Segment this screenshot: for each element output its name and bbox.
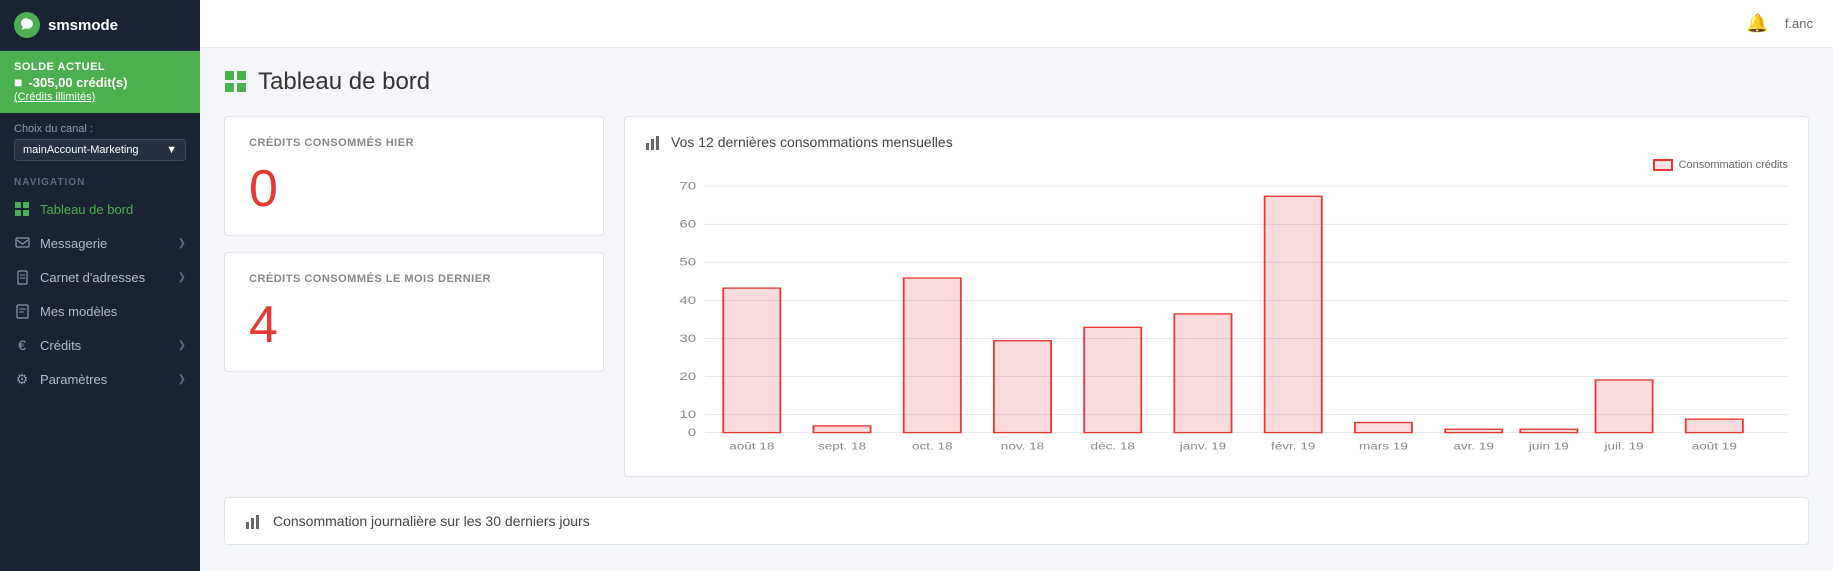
- grid-icon: [14, 201, 30, 217]
- svg-text:janv. 19: janv. 19: [1179, 440, 1227, 452]
- bar-chart-svg: 70 60 50 40 30 20 10 0: [645, 175, 1788, 455]
- monthly-chart-box: Vos 12 dernières consommations mensuelle…: [624, 116, 1809, 477]
- card-mois: CRÉDITS CONSOMMÉS LE MOIS DERNIER 4: [224, 252, 604, 372]
- svg-text:juin 19: juin 19: [1528, 440, 1569, 452]
- bottom-title: Consommation journalière sur les 30 dern…: [273, 513, 590, 529]
- bar-mars19: [1355, 423, 1412, 433]
- svg-text:oct. 18: oct. 18: [912, 440, 953, 452]
- sidebar-item-label-tableau: Tableau de bord: [40, 202, 133, 217]
- chevron-parametres-icon: ❯: [178, 374, 186, 385]
- logo-icon: [14, 12, 40, 38]
- parametres-icon: ⚙: [14, 371, 30, 387]
- sidebar-item-label-credits: Crédits: [40, 338, 81, 353]
- svg-text:70: 70: [679, 179, 696, 192]
- bar-dec18: [1084, 327, 1141, 432]
- credits-icon: €: [14, 337, 30, 353]
- svg-text:20: 20: [679, 370, 696, 383]
- sidebar-item-label-messagerie: Messagerie: [40, 236, 107, 251]
- bar-juin19: [1520, 429, 1577, 432]
- sidebar-item-credits[interactable]: € Crédits ❯: [0, 328, 200, 362]
- messagerie-icon: [14, 235, 30, 251]
- card-hier-title: CRÉDITS CONSOMMÉS HIER: [249, 137, 579, 149]
- bar-aout18: [723, 288, 780, 432]
- sidebar-item-label-carnet: Carnet d'adresses: [40, 270, 145, 285]
- bar-chart-bottom-icon: [245, 512, 263, 530]
- bar-sept18: [813, 426, 870, 433]
- svg-text:avr. 19: avr. 19: [1453, 440, 1494, 452]
- sidebar-item-mes-modeles[interactable]: Mes modèles: [0, 294, 200, 328]
- solde-sub: (Crédits illimités): [14, 91, 186, 103]
- modeles-icon: [14, 303, 30, 319]
- svg-text:10: 10: [679, 408, 696, 421]
- chevron-down-icon: ▼: [166, 144, 177, 156]
- solde-title: SOLDE ACTUEL: [14, 61, 186, 73]
- user-name: f.anc: [1785, 16, 1813, 31]
- bar-chart-area: 70 60 50 40 30 20 10 0: [645, 175, 1788, 460]
- bar-janv19: [1174, 314, 1231, 433]
- page-title: Tableau de bord: [224, 68, 1809, 96]
- bar-juil19: [1595, 380, 1652, 433]
- canal-section: Choix du canal : mainAccount-Marketing ▼: [0, 113, 200, 167]
- svg-text:30: 30: [679, 332, 696, 345]
- carnet-icon: [14, 269, 30, 285]
- bar-aout19: [1686, 419, 1743, 432]
- svg-text:0: 0: [688, 426, 696, 439]
- svg-text:juil. 19: juil. 19: [1603, 440, 1644, 452]
- nav-menu: Tableau de bord Messagerie ❯: [0, 192, 200, 396]
- sidebar-logo: smsmode: [0, 0, 200, 51]
- svg-text:40: 40: [679, 294, 696, 307]
- svg-text:août 18: août 18: [729, 440, 775, 452]
- bar-oct18: [904, 278, 961, 433]
- notification-bell-icon[interactable]: 🔔: [1746, 13, 1768, 34]
- dashboard-icon: [224, 70, 248, 94]
- card-mois-value: 4: [249, 299, 579, 351]
- canal-select[interactable]: mainAccount-Marketing ▼: [14, 139, 186, 161]
- bar-fevr19: [1265, 196, 1322, 432]
- logo-text: smsmode: [48, 17, 118, 34]
- chart-title: Vos 12 dernières consommations mensuelle…: [645, 133, 1788, 151]
- svg-text:50: 50: [679, 256, 696, 269]
- card-hier-value: 0: [249, 163, 579, 215]
- card-mois-title: CRÉDITS CONSOMMÉS LE MOIS DERNIER: [249, 273, 579, 285]
- canal-label: Choix du canal :: [14, 123, 186, 135]
- sidebar-item-label-modeles: Mes modèles: [40, 304, 117, 319]
- chevron-carnet-icon: ❯: [178, 272, 186, 283]
- sidebar: smsmode SOLDE ACTUEL ■ -305,00 crédit(s)…: [0, 0, 200, 571]
- cards-column: CRÉDITS CONSOMMÉS HIER 0 CRÉDITS CONSOMM…: [224, 116, 604, 477]
- svg-text:nov. 18: nov. 18: [1001, 440, 1045, 452]
- solde-box: SOLDE ACTUEL ■ -305,00 crédit(s) (Crédit…: [0, 51, 200, 113]
- svg-text:août 19: août 19: [1692, 440, 1738, 452]
- svg-text:déc. 18: déc. 18: [1091, 440, 1136, 452]
- legend-color-box: [1653, 159, 1673, 171]
- bar-avr19: [1445, 429, 1502, 432]
- solde-amount: -305,00 crédit(s): [28, 75, 127, 90]
- chevron-credits-icon: ❯: [178, 340, 186, 351]
- topbar: 🔔 f.anc: [200, 0, 1833, 48]
- bottom-section: Consommation journalière sur les 30 dern…: [224, 497, 1809, 545]
- sidebar-item-carnet-adresses[interactable]: Carnet d'adresses ❯: [0, 260, 200, 294]
- content-area: Tableau de bord CRÉDITS CONSOMMÉS HIER 0…: [200, 48, 1833, 571]
- card-hier: CRÉDITS CONSOMMÉS HIER 0: [224, 116, 604, 236]
- svg-text:60: 60: [679, 218, 696, 231]
- dashboard-grid: CRÉDITS CONSOMMÉS HIER 0 CRÉDITS CONSOMM…: [224, 116, 1809, 477]
- chevron-messagerie-icon: ❯: [178, 238, 186, 249]
- nav-section-label: NAVIGATION: [0, 167, 200, 192]
- chart-legend: Consommation crédits: [645, 159, 1788, 171]
- sidebar-item-messagerie[interactable]: Messagerie ❯: [0, 226, 200, 260]
- svg-text:févr. 19: févr. 19: [1271, 440, 1316, 452]
- main-area: 🔔 f.anc Tableau de bord CRÉDITS CONSOMMÉ…: [200, 0, 1833, 571]
- svg-text:sept. 18: sept. 18: [818, 440, 867, 452]
- sidebar-item-parametres[interactable]: ⚙ Paramètres ❯: [0, 362, 200, 396]
- bar-nov18: [994, 341, 1051, 433]
- svg-text:mars 19: mars 19: [1359, 440, 1408, 452]
- sidebar-item-tableau-de-bord[interactable]: Tableau de bord: [0, 192, 200, 226]
- sidebar-item-label-parametres: Paramètres: [40, 372, 107, 387]
- bar-chart-icon: [645, 133, 663, 151]
